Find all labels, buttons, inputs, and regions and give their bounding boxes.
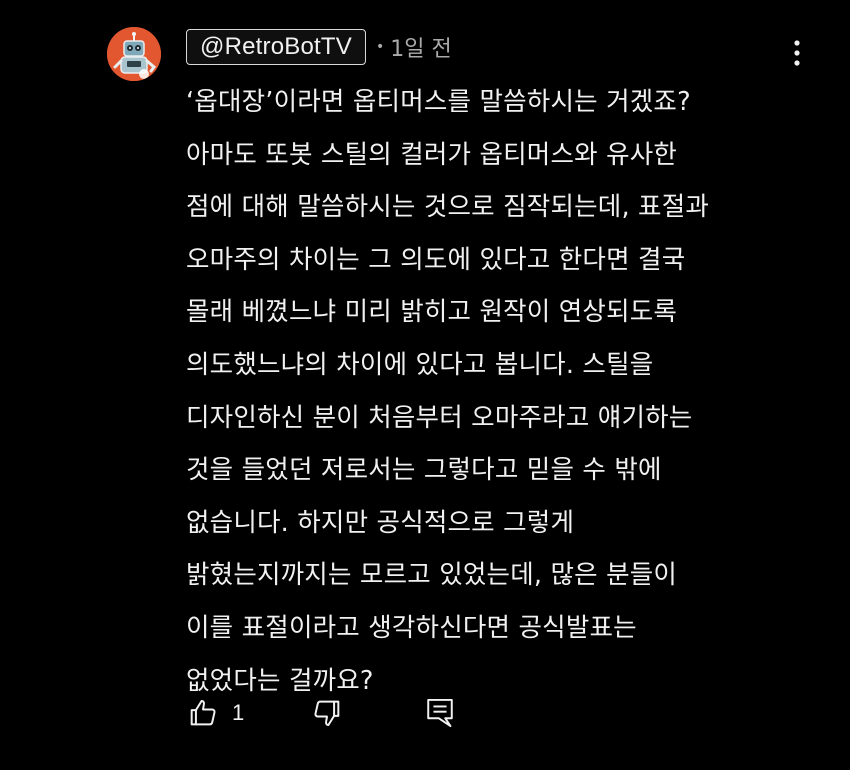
author-handle[interactable]: @RetroBotTV (200, 33, 352, 61)
author-handle-chip[interactable]: @RetroBotTV (186, 29, 366, 65)
comment-line: 몰래 베꼈느냐 미리 밝히고 원작이 연상되도록 (186, 297, 678, 328)
like-button[interactable]: 1 (186, 696, 244, 730)
comment-timestamp[interactable]: 1일 전 (390, 31, 451, 63)
like-count: 1 (232, 700, 245, 725)
thumb-up-icon (190, 699, 216, 726)
reply-button[interactable] (424, 696, 456, 730)
comment-line: 이를 표절이라고 생각하신다면 공식발표는 (186, 612, 637, 643)
more-vert-icon[interactable] (786, 38, 808, 70)
robot-avatar-icon (107, 27, 161, 81)
comment-line: 의도했느냐의 차이에 있다고 봅니다. 스틸을 (186, 349, 654, 380)
comment-meta: • 1일 전 (376, 31, 452, 63)
channel-avatar[interactable] (107, 27, 161, 81)
comment-line: 없습니다. 하지만 공식적으로 그렇게 (186, 507, 575, 538)
meta-separator: • (376, 39, 385, 55)
comment-line: 오마주의 차이는 그 의도에 있다고 한다면 결국 (186, 244, 686, 275)
comment-line: 밝혔는지까지는 모르고 있었는데, 많은 분들이 (186, 560, 678, 591)
comment-line: 점에 대해 말씀하시는 것으로 짐작되는데, 표절과 (186, 192, 710, 223)
comment-line: 것을 들었던 저로서는 그렇다고 믿을 수 밖에 (186, 455, 662, 486)
thumb-down-icon (314, 700, 340, 727)
comment-text: ‘옵대장’이라면 옵티머스를 말씀하시는 거겠죠? 아마도 또봇 스틸의 컬러가… (186, 76, 796, 707)
comment-actions: 1 (186, 696, 486, 736)
comment-line: 디자인하신 분이 처음부터 오마주라고 얘기하는 (186, 402, 693, 433)
comment-line: 아마도 또봇 스틸의 컬러가 옵티머스와 유사한 (186, 139, 678, 170)
dislike-button[interactable] (310, 696, 344, 730)
reply-comment-icon (427, 698, 453, 728)
comment-line: ‘옵대장’이라면 옵티머스를 말씀하시는 거겠죠? (186, 87, 691, 117)
